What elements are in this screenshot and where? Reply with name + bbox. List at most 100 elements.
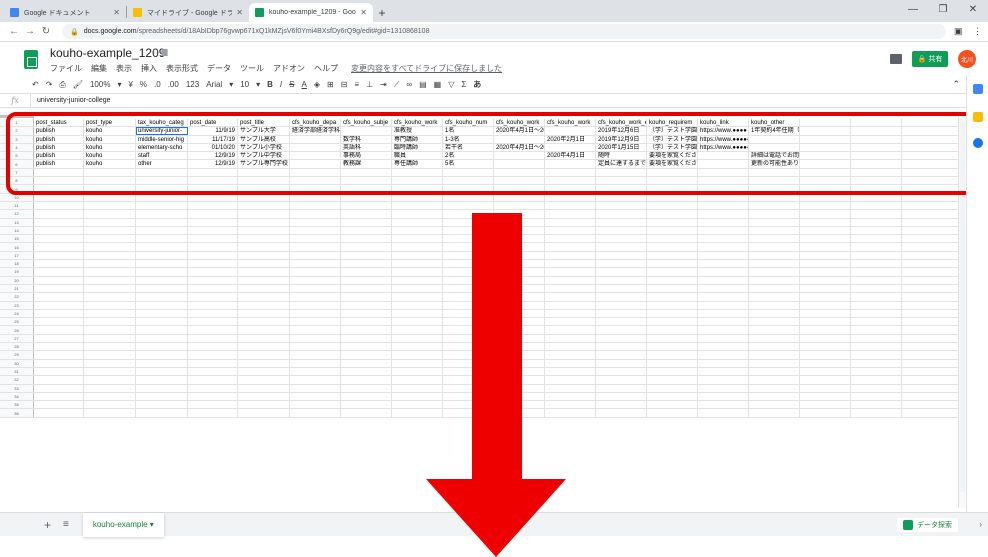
cell[interactable]: [800, 168, 851, 177]
cell[interactable]: [647, 185, 698, 193]
cell[interactable]: [136, 318, 188, 326]
cell[interactable]: [84, 251, 136, 260]
cell[interactable]: [34, 201, 84, 210]
cell[interactable]: [238, 334, 290, 343]
cell[interactable]: [84, 284, 136, 293]
cell[interactable]: [647, 384, 698, 392]
cell[interactable]: [34, 309, 84, 318]
header-cell[interactable]: cfs_kouho_work: [392, 119, 443, 127]
cell[interactable]: 1年契約4年任期（任期満了時に任期なしの雇用に移行の可能性あり）: [749, 127, 800, 135]
cell[interactable]: [392, 226, 443, 235]
cell[interactable]: 専任講師: [392, 160, 443, 168]
cell[interactable]: 若干名: [443, 143, 494, 152]
cell[interactable]: https://www.●●●●: [698, 127, 749, 135]
cell[interactable]: [341, 276, 392, 284]
cell[interactable]: [84, 168, 136, 177]
cell[interactable]: [238, 251, 290, 260]
browser-tab-docs[interactable]: Google ドキュメント ✕: [4, 3, 126, 22]
cell[interactable]: [136, 392, 188, 401]
cell[interactable]: [341, 343, 392, 351]
cell[interactable]: [647, 251, 698, 260]
header-cell[interactable]: post_title: [238, 119, 290, 127]
cell[interactable]: [290, 343, 341, 351]
cell[interactable]: [545, 351, 596, 359]
cell[interactable]: [494, 152, 545, 160]
cell[interactable]: [443, 276, 494, 284]
cell[interactable]: [34, 318, 84, 326]
print-icon[interactable]: ⎙: [59, 80, 65, 90]
cell[interactable]: [596, 351, 647, 359]
cell[interactable]: [851, 326, 902, 334]
cell[interactable]: [494, 293, 545, 301]
cell[interactable]: [392, 168, 443, 177]
cell[interactable]: [341, 376, 392, 384]
cell[interactable]: [443, 376, 494, 384]
cell[interactable]: [800, 334, 851, 343]
text-wrap-icon[interactable]: ⇥: [380, 80, 387, 89]
cell[interactable]: [34, 384, 84, 392]
cell[interactable]: [188, 243, 238, 251]
cell[interactable]: [647, 218, 698, 226]
header-cell[interactable]: cfs_kouho_num: [443, 119, 494, 127]
cell[interactable]: [290, 260, 341, 268]
cell[interactable]: [749, 359, 800, 367]
cell[interactable]: [596, 193, 647, 201]
cell[interactable]: [647, 334, 698, 343]
cell[interactable]: [596, 343, 647, 351]
insert-link-icon[interactable]: ∞: [406, 80, 412, 89]
row-number[interactable]: 3: [0, 135, 34, 143]
cell[interactable]: [800, 284, 851, 293]
cell[interactable]: 職員: [392, 152, 443, 160]
cell[interactable]: [341, 226, 392, 235]
cell[interactable]: [290, 401, 341, 409]
cell[interactable]: [290, 309, 341, 318]
sheets-logo-icon[interactable]: [24, 50, 38, 69]
cell[interactable]: [749, 276, 800, 284]
cell[interactable]: [647, 201, 698, 210]
cell[interactable]: [494, 276, 545, 284]
cell[interactable]: [545, 392, 596, 401]
cell[interactable]: [238, 235, 290, 243]
cell[interactable]: [698, 409, 749, 417]
row-number[interactable]: 10: [0, 193, 34, 201]
cell[interactable]: [851, 260, 902, 268]
cell[interactable]: [341, 301, 392, 309]
row-number[interactable]: 5: [0, 152, 34, 160]
menu-edit[interactable]: 編集: [91, 63, 107, 74]
cell[interactable]: [698, 326, 749, 334]
cell[interactable]: [136, 367, 188, 376]
cell[interactable]: [749, 293, 800, 301]
menu-tools[interactable]: ツール: [240, 63, 264, 74]
cell[interactable]: サンプル専門学校: [238, 160, 290, 168]
profile-icon[interactable]: ▣: [954, 26, 963, 37]
cell[interactable]: [494, 177, 545, 185]
cell[interactable]: [341, 392, 392, 401]
italic-button[interactable]: I: [280, 80, 282, 89]
cell[interactable]: [851, 343, 902, 351]
cell[interactable]: [596, 376, 647, 384]
cell[interactable]: [545, 226, 596, 235]
cell[interactable]: [851, 168, 902, 177]
percent-format-button[interactable]: %: [140, 80, 147, 89]
cell[interactable]: [494, 326, 545, 334]
cell[interactable]: [647, 351, 698, 359]
new-tab-icon[interactable]: +: [373, 3, 391, 22]
cell[interactable]: [392, 401, 443, 409]
cell[interactable]: [851, 359, 902, 367]
text-color-button[interactable]: A: [302, 80, 307, 89]
row-number[interactable]: 9: [0, 185, 34, 193]
cell[interactable]: [341, 168, 392, 177]
cell[interactable]: [494, 201, 545, 210]
cell[interactable]: 数学科: [341, 135, 392, 143]
cell[interactable]: [443, 235, 494, 243]
cell[interactable]: [800, 276, 851, 284]
cell[interactable]: [290, 367, 341, 376]
cell[interactable]: [188, 409, 238, 417]
cell[interactable]: publish: [34, 127, 84, 135]
cell[interactable]: [443, 309, 494, 318]
cell[interactable]: [84, 318, 136, 326]
cell[interactable]: [290, 251, 341, 260]
cell[interactable]: 臨時講師: [392, 143, 443, 152]
cell[interactable]: [392, 309, 443, 318]
cell[interactable]: [341, 401, 392, 409]
